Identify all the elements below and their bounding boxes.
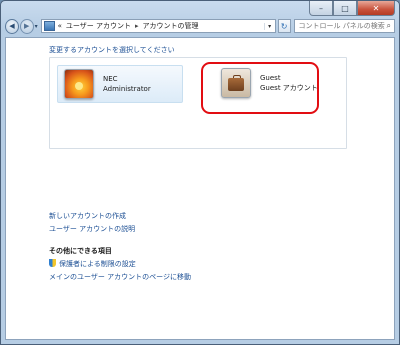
account-type: Guest アカウント — [260, 84, 318, 92]
flower-icon — [64, 69, 94, 99]
shield-icon — [49, 259, 56, 267]
maximize-button[interactable]: □ — [333, 1, 357, 16]
create-account-link[interactable]: 新しいアカウントの作成 — [49, 211, 126, 221]
search-icon[interactable]: ⌕ — [387, 21, 391, 31]
search-box[interactable]: ⌕ — [293, 19, 395, 33]
account-tile-guest[interactable]: Guest Guest アカウント — [215, 65, 339, 101]
search-input[interactable] — [298, 22, 387, 30]
recent-pages-dropdown[interactable]: ▾ — [35, 23, 38, 30]
navigation-bar: ◀ ▶ ▾ « ユーザー アカウント ▸ アカウントの管理 ▾ ↻ ⌕ — [5, 17, 395, 35]
additional-tasks-heading: その他にできる項目 — [49, 247, 112, 255]
instruction-text: 変更するアカウントを選択してください — [49, 46, 175, 54]
breadcrumb-manage-accounts[interactable]: アカウントの管理 — [143, 21, 199, 31]
account-list: NEC Administrator Guest Guest アカウント — [49, 57, 347, 149]
breadcrumb-separator[interactable]: ▸ — [135, 22, 139, 30]
minimize-button[interactable]: – — [309, 1, 333, 16]
account-name: NEC — [103, 75, 118, 83]
control-panel-window: – □ ✕ ◀ ▶ ▾ « ユーザー アカウント ▸ アカウントの管理 ▾ ↻ … — [0, 0, 400, 345]
account-help-link[interactable]: ユーザー アカウントの説明 — [49, 224, 135, 234]
back-button[interactable]: ◀ — [5, 18, 19, 34]
parental-controls-link[interactable]: 保護者による制限の設定 — [49, 259, 136, 269]
breadcrumb-user-accounts[interactable]: ユーザー アカウント — [66, 21, 131, 31]
breadcrumb-overflow[interactable]: « — [58, 22, 62, 30]
control-panel-icon — [43, 21, 55, 31]
content-pane: 変更するアカウントを選択してください NEC Administrator Gue… — [5, 37, 395, 340]
main-user-accounts-link[interactable]: メインのユーザー アカウントのページに移動 — [49, 272, 191, 282]
close-button[interactable]: ✕ — [357, 1, 395, 16]
account-tile-nec[interactable]: NEC Administrator — [57, 65, 183, 103]
account-name: Guest — [260, 74, 281, 82]
briefcase-icon — [221, 68, 251, 98]
account-type: Administrator — [103, 85, 151, 93]
address-bar[interactable]: « ユーザー アカウント ▸ アカウントの管理 ▾ — [40, 19, 276, 33]
forward-button[interactable]: ▶ — [19, 18, 34, 34]
address-dropdown-icon[interactable]: ▾ — [263, 22, 275, 30]
refresh-button[interactable]: ↻ — [277, 19, 291, 33]
caption-buttons: – □ ✕ — [309, 1, 395, 16]
